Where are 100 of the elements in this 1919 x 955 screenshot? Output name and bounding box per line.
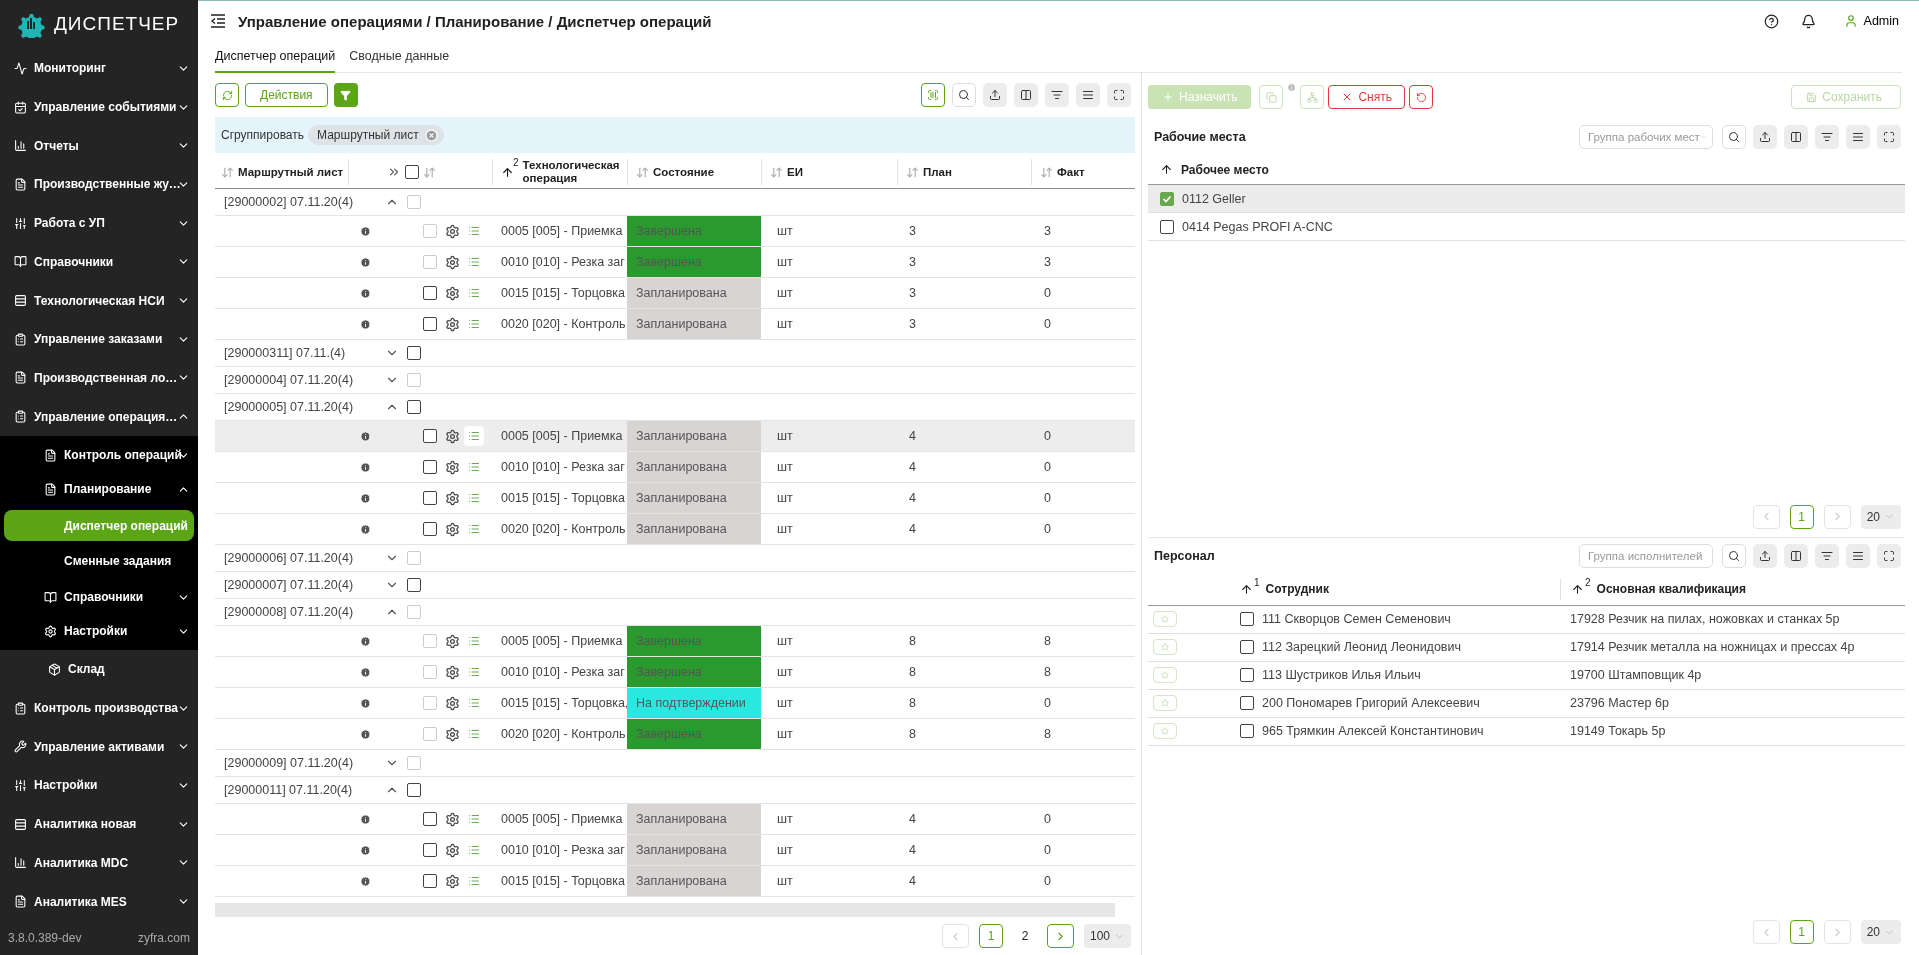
- group-chip[interactable]: Маршрутный лист: [308, 125, 444, 145]
- sidebar-item[interactable]: Технологическая НСИ: [0, 281, 198, 320]
- sidebar-item[interactable]: Управление событиями: [0, 87, 198, 127]
- export-button[interactable]: [983, 83, 1007, 107]
- sidebar-item[interactable]: Производственные жу…: [0, 165, 198, 204]
- table-row[interactable]: 0005 [005] - Приемка Завершена шт 3 3: [215, 216, 1135, 247]
- gear-icon[interactable]: [445, 254, 460, 270]
- search-button[interactable]: [952, 83, 976, 107]
- column-header[interactable]: Маршрутный лист: [238, 165, 344, 179]
- refresh-button[interactable]: [215, 83, 239, 107]
- column-header[interactable]: Технологическая операция: [522, 159, 627, 186]
- checkbox[interactable]: [1240, 640, 1254, 654]
- density-button[interactable]: [1846, 125, 1870, 149]
- table-row[interactable]: 0005 [005] - Приемка Запланирована шт 4 0: [215, 421, 1135, 452]
- table-row[interactable]: 0005 [005] - Приемка Запланирована шт 4 0: [215, 804, 1135, 835]
- sidebar-item[interactable]: Аналитика MDC: [0, 843, 198, 883]
- checkbox[interactable]: [423, 874, 437, 888]
- sidebar-item[interactable]: Управление активами: [0, 727, 198, 767]
- info-icon[interactable]: [360, 461, 371, 473]
- fullscreen-button[interactable]: [1877, 125, 1901, 149]
- gear-icon[interactable]: [445, 726, 460, 742]
- checkbox[interactable]: [1240, 668, 1254, 682]
- gear-icon[interactable]: [445, 223, 460, 239]
- table-row[interactable]: 0010 [010] - Резка заг Завершена шт 3 3: [215, 247, 1135, 278]
- gear-icon[interactable]: [445, 811, 460, 827]
- help-icon[interactable]: [1763, 13, 1779, 29]
- bell-icon[interactable]: [1800, 13, 1816, 29]
- export-button[interactable]: [1753, 543, 1777, 568]
- checkbox[interactable]: [423, 460, 437, 474]
- density-button[interactable]: [1846, 543, 1870, 568]
- sidebar-item[interactable]: Склад: [4, 650, 194, 689]
- columns-button[interactable]: [1784, 125, 1808, 149]
- checkbox[interactable]: [1240, 724, 1254, 738]
- info-icon[interactable]: [360, 666, 371, 678]
- info-icon[interactable]: [360, 318, 371, 330]
- page-size-select[interactable]: 20: [1860, 504, 1901, 529]
- checkbox[interactable]: [423, 429, 437, 443]
- columns-button[interactable]: [1014, 83, 1038, 107]
- info-icon[interactable]: [360, 635, 371, 647]
- checkbox[interactable]: [423, 317, 437, 331]
- checkbox[interactable]: [407, 783, 421, 797]
- column-header[interactable]: Факт: [1057, 165, 1085, 179]
- checkbox[interactable]: [423, 286, 437, 300]
- checkbox[interactable]: [405, 165, 419, 180]
- reset-button[interactable]: [1409, 85, 1433, 109]
- columns-button[interactable]: [1784, 543, 1808, 568]
- checkbox[interactable]: [1160, 191, 1174, 206]
- checkbox[interactable]: [423, 812, 437, 826]
- sort-up-icon[interactable]: [501, 165, 514, 179]
- table-row[interactable]: 0015 [015] - Торцовка, На подтверждении шт 8 0: [215, 688, 1135, 719]
- checkbox[interactable]: [407, 346, 421, 360]
- search-button[interactable]: [1722, 543, 1746, 568]
- checkbox[interactable]: [423, 491, 437, 505]
- table-row[interactable]: 0010 [010] - Резка заг Запланирована шт 4 0: [215, 835, 1135, 866]
- remove-button[interactable]: Снять: [1328, 85, 1405, 109]
- gear-icon[interactable]: [445, 428, 460, 444]
- info-icon[interactable]: [360, 728, 371, 740]
- sidebar-item[interactable]: Контроль операций: [0, 438, 198, 473]
- column-header[interactable]: Основная квалификация: [1596, 582, 1746, 596]
- fullscreen-button[interactable]: [1877, 543, 1901, 568]
- gear-icon[interactable]: [445, 285, 460, 301]
- sort-up-icon[interactable]: [1160, 163, 1173, 176]
- filter-button[interactable]: [1815, 543, 1839, 568]
- info-icon[interactable]: [360, 844, 371, 856]
- search-button[interactable]: [1722, 125, 1746, 149]
- info-icon[interactable]: [360, 523, 371, 535]
- checkbox[interactable]: [407, 400, 421, 414]
- table-row[interactable]: 0015 [015] - Торцовка Запланирована шт 4 0: [215, 866, 1135, 897]
- checkbox[interactable]: [1240, 696, 1254, 710]
- sort-up-icon[interactable]: [1571, 582, 1584, 596]
- info-icon[interactable]: [360, 492, 371, 504]
- sidebar-item[interactable]: Работа с УП: [0, 203, 198, 243]
- sidebar-item[interactable]: Планирование: [0, 472, 198, 507]
- info-icon[interactable]: [360, 875, 371, 887]
- sort-up-icon[interactable]: [1240, 582, 1253, 596]
- info-icon[interactable]: [360, 430, 371, 442]
- checkbox[interactable]: [407, 578, 421, 592]
- tab[interactable]: Сводные данные: [349, 41, 450, 73]
- sidebar-item[interactable]: Справочники: [0, 580, 198, 615]
- table-row[interactable]: 0020 [020] - Контроль Запланирована шт 4 0: [215, 514, 1135, 545]
- sidebar-item[interactable]: Управление заказами: [0, 319, 198, 359]
- table-row[interactable]: 0010 [010] - Резка заг Запланирована шт 4 0: [215, 452, 1135, 483]
- info-icon[interactable]: [360, 813, 371, 825]
- fullscreen-button[interactable]: [1107, 83, 1131, 107]
- column-header[interactable]: Рабочее место: [1181, 162, 1269, 177]
- info-icon[interactable]: [360, 697, 371, 709]
- scrollbar[interactable]: [215, 903, 1115, 917]
- sidebar-item[interactable]: Сменные задания: [4, 545, 194, 577]
- gear-icon[interactable]: [445, 695, 460, 711]
- filter-button[interactable]: [1815, 125, 1839, 149]
- checkbox[interactable]: [1160, 219, 1174, 234]
- sidebar-item[interactable]: Аналитика новая: [0, 804, 198, 844]
- site-link[interactable]: zyfra.com: [138, 931, 190, 945]
- filter-toggle-button[interactable]: [333, 83, 358, 107]
- table-row[interactable]: 0015 [015] - Торцовка Запланирована шт 4 0: [215, 483, 1135, 514]
- checkbox[interactable]: [1240, 612, 1254, 626]
- sidebar-item[interactable]: Настройки: [0, 614, 198, 649]
- sidebar-item[interactable]: Мониторинг: [0, 49, 198, 88]
- column-header[interactable]: ЕИ: [787, 165, 803, 179]
- sidebar-item[interactable]: Отчеты: [0, 126, 198, 166]
